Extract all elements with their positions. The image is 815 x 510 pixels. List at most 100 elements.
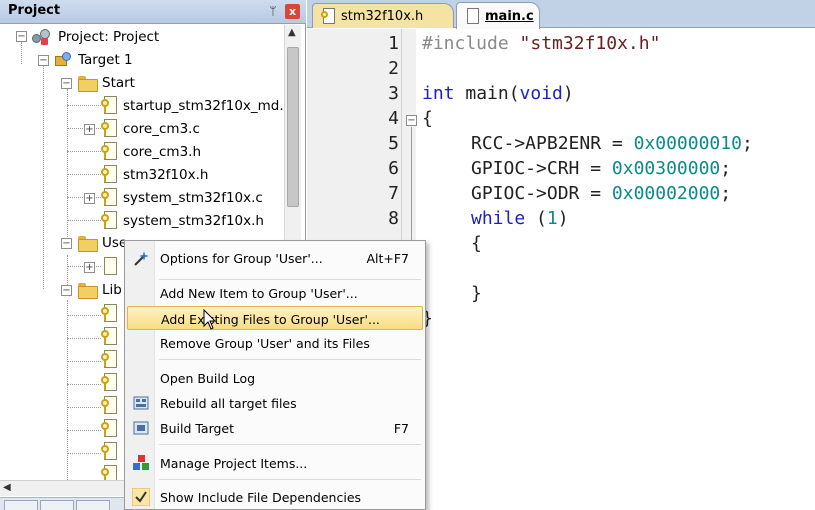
line-number: 4 — [388, 108, 399, 129]
rebuild-icon — [133, 396, 149, 410]
menu-item-rebuild-all[interactable]: Rebuild all target files — [127, 391, 423, 415]
source-file-icon — [101, 257, 117, 277]
file-expand-toggle[interactable]: + — [84, 193, 95, 204]
source-file-icon — [101, 442, 117, 462]
fold-toggle-icon[interactable]: − — [406, 115, 417, 126]
menu-separator — [159, 479, 421, 480]
source-file-icon — [101, 165, 117, 185]
menu-item-open-build-log[interactable]: Open Build Log — [127, 366, 423, 390]
scroll-up-arrow-icon[interactable]: ▲ — [288, 27, 296, 38]
tree-item-label: system_stm32f10x.h — [123, 213, 264, 229]
source-file-icon — [101, 142, 117, 162]
menu-item-manage-project-items[interactable]: Manage Project Items... — [127, 451, 423, 475]
code-line-5: RCC->APB2ENR = 0x00000010; — [471, 133, 753, 154]
source-file-icon — [101, 96, 117, 116]
tab-main-c[interactable]: main.c — [456, 2, 540, 29]
source-file-icon — [101, 373, 117, 393]
code-line-1: #include "stm32f10x.h" — [422, 33, 661, 54]
source-file-icon — [101, 211, 117, 231]
scroll-left-arrow-icon[interactable]: ◀ — [3, 482, 11, 493]
menu-separator — [159, 279, 421, 280]
menu-item-add-existing-files[interactable]: Add Existing Files to Group 'User'... — [127, 306, 423, 330]
line-number: 7 — [388, 183, 399, 204]
tree-file[interactable] — [101, 303, 123, 325]
tree-item-target[interactable]: Target 1 — [54, 49, 133, 71]
tree-file[interactable]: startup_stm32f10x_md.s — [101, 95, 291, 117]
code-line-3: int main(void) — [422, 83, 574, 104]
tree-item-label: stm32f10x.h — [123, 167, 209, 183]
tree-file[interactable]: core_cm3.h — [101, 141, 201, 163]
tree-group-start[interactable]: Start — [78, 72, 135, 94]
code-line-9: { — [471, 233, 482, 254]
editor-tabbar: stm32f10x.h main.c — [307, 0, 815, 29]
tab-project[interactable] — [4, 500, 38, 510]
pin-icon[interactable]: ᛘ — [266, 4, 280, 18]
scrollbar-thumb[interactable] — [287, 47, 299, 207]
source-file-icon — [101, 419, 117, 439]
mouse-pointer-icon — [203, 309, 217, 330]
tab-stm32f10x-h[interactable]: stm32f10x.h — [312, 3, 454, 28]
checkmark-icon — [132, 488, 150, 506]
tab-functions[interactable] — [76, 500, 110, 510]
build-icon — [133, 421, 149, 435]
root-collapse-toggle[interactable]: − — [16, 31, 27, 42]
tab-books[interactable] — [40, 500, 74, 510]
folder-icon — [78, 236, 98, 252]
menu-item-build-target[interactable]: Build Target F7 — [127, 416, 423, 440]
tree-item-project[interactable]: Project: Project — [32, 26, 159, 48]
source-file-icon — [465, 7, 479, 25]
menu-separator — [159, 359, 421, 360]
tree-file[interactable]: stm32f10x.h — [101, 164, 208, 186]
target-collapse-toggle[interactable]: − — [38, 55, 49, 66]
tree-group-user[interactable]: Use — [78, 232, 127, 254]
tab-label: stm32f10x.h — [341, 8, 424, 24]
tree-item-label: Start — [102, 75, 135, 91]
folder-icon — [78, 76, 98, 92]
tree-file[interactable] — [101, 372, 123, 394]
tree-file[interactable] — [101, 256, 123, 278]
source-file-icon — [101, 188, 117, 208]
tree-file[interactable]: system_stm32f10x.h — [101, 210, 264, 232]
tree-file[interactable] — [101, 395, 123, 417]
menu-separator — [159, 444, 421, 445]
header-file-icon — [321, 7, 335, 25]
source-file-icon — [101, 327, 117, 347]
tree-file[interactable] — [101, 441, 123, 463]
file-expand-toggle[interactable]: + — [84, 124, 95, 135]
tree-item-label: Lib — [102, 282, 122, 298]
source-file-icon — [101, 119, 117, 139]
menu-item-remove-group[interactable]: Remove Group 'User' and its Files — [127, 331, 423, 355]
group-lib-collapse-toggle[interactable]: − — [61, 285, 72, 296]
folder-icon — [78, 283, 98, 299]
tree-item-label: system_stm32f10x.c — [123, 190, 263, 206]
tab-label: main.c — [485, 8, 534, 24]
code-line-8: while (1) — [471, 208, 569, 229]
line-number: 5 — [388, 133, 399, 154]
line-number: 1 — [388, 33, 399, 54]
context-menu: Options for Group 'User'... Alt+F7 Add N… — [124, 240, 426, 510]
tree-file[interactable] — [101, 326, 123, 348]
line-number: 6 — [388, 158, 399, 179]
source-file-icon — [101, 350, 117, 370]
code-line-7: GPIOC->ODR = 0x00002000; — [471, 183, 732, 204]
group-start-collapse-toggle[interactable]: − — [61, 78, 72, 89]
tree-file[interactable]: core_cm3.c — [101, 118, 200, 140]
project-panel-title: Project — [8, 3, 61, 18]
file-expand-toggle[interactable]: + — [84, 262, 95, 273]
tree-item-label: startup_stm32f10x_md.s — [123, 98, 291, 114]
target-icon — [54, 52, 72, 68]
options-wand-icon — [134, 251, 149, 266]
tree-file[interactable] — [101, 418, 123, 440]
code-line-6: GPIOC->CRH = 0x00300000; — [471, 158, 732, 179]
tree-group-lib[interactable]: Lib — [78, 279, 122, 301]
menu-item-options-for-group[interactable]: Options for Group 'User'... Alt+F7 — [127, 246, 423, 270]
tree-item-label: core_cm3.h — [123, 144, 202, 160]
source-file-icon — [101, 396, 117, 416]
group-user-collapse-toggle[interactable]: − — [61, 238, 72, 249]
menu-item-add-new-item[interactable]: Add New Item to Group 'User'... — [127, 281, 423, 305]
menu-item-show-include-deps[interactable]: Show Include File Dependencies — [127, 485, 423, 509]
tree-file[interactable] — [101, 349, 123, 371]
source-file-icon — [101, 304, 117, 324]
tree-file[interactable]: system_stm32f10x.c — [101, 187, 263, 209]
close-panel-button[interactable]: x — [285, 4, 300, 19]
